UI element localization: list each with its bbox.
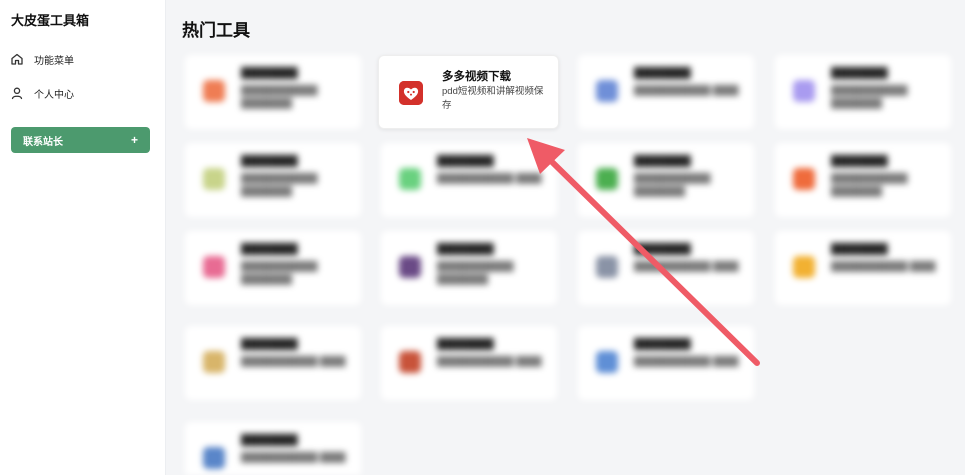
tool-name: ████████ (634, 244, 691, 255)
tool-logo-icon (793, 80, 815, 102)
sidebar-item-personal-center[interactable]: 个人中心 (10, 83, 74, 103)
sidebar: 大皮蛋工具箱 功能菜单 个人中心 联系站长 + (0, 0, 166, 475)
tool-desc: ████████████ ████████ (831, 173, 908, 196)
tool-desc: ████████████ ████████ (241, 261, 318, 284)
tool-desc: ████████████ ████████ (437, 261, 514, 284)
tool-logo-icon (399, 168, 421, 190)
tool-name: ████████ (241, 156, 298, 167)
tool-desc: ████████████ ████ (831, 261, 936, 271)
tool-name: ████████ (241, 244, 298, 255)
tool-desc: ████████████ ████ (634, 261, 739, 271)
tool-card[interactable]: ████████ ████████████ ████ (775, 231, 951, 305)
tool-desc: ████████████ ████ (241, 452, 346, 462)
tool-desc: ████████████ ████ (437, 173, 542, 183)
sidebar-item-label: 个人中心 (34, 89, 74, 101)
tool-name: ████████ (437, 244, 494, 255)
tool-name: ████████ (831, 68, 888, 79)
tool-card[interactable]: ████████ ████████████ ████████ (185, 55, 361, 129)
tool-card[interactable]: ████████ ████████████ ████████ (185, 231, 361, 305)
tool-name: ████████ (437, 339, 494, 350)
tool-card-duoduo-video-download[interactable]: 多多视频下载 pdd短视频和讲解视频保存 (378, 55, 559, 129)
sidebar-item-feature-menu[interactable]: 功能菜单 (10, 49, 74, 69)
tool-name: 多多视频下载 (442, 71, 511, 83)
tool-card[interactable]: ████████ ████████████ ████ (578, 326, 754, 400)
tool-logo-icon (203, 80, 225, 102)
tool-card[interactable]: ████████ ████████████ ████████ (185, 143, 361, 217)
tool-name: ████████ (831, 156, 888, 167)
app-title: 大皮蛋工具箱 (11, 13, 90, 28)
tool-card[interactable]: ████████ ████████████ ████████ (775, 143, 951, 217)
tool-name: ████████ (634, 68, 691, 79)
tool-desc: ████████████ ████ (634, 85, 739, 95)
home-icon (10, 52, 24, 66)
tool-name: ████████ (831, 244, 888, 255)
tool-card[interactable]: ████████ ████████████ ████████ (381, 231, 557, 305)
user-icon (10, 86, 24, 100)
tool-logo-icon (203, 351, 225, 373)
tool-logo-icon (793, 256, 815, 278)
contact-admin-label: 联系站长 (23, 136, 63, 148)
tool-logo-icon (203, 447, 225, 469)
tool-card[interactable]: ████████ ████████████ ████ (185, 422, 361, 475)
tool-desc: ████████████ ████████ (831, 85, 908, 108)
tool-logo-icon (793, 168, 815, 190)
tool-card[interactable]: ████████ ████████████ ████ (381, 143, 557, 217)
tool-card[interactable]: ████████ ████████████ ████ (381, 326, 557, 400)
tool-logo-icon (596, 80, 618, 102)
tool-desc: ████████████ ████ (634, 356, 739, 366)
sidebar-item-label: 功能菜单 (34, 55, 74, 67)
tool-name: ████████ (241, 68, 298, 79)
tool-card[interactable]: ████████ ████████████ ████ (578, 55, 754, 129)
tool-name: ████████ (634, 156, 691, 167)
tool-card[interactable]: ████████ ████████████ ████████ (578, 143, 754, 217)
tool-desc: ████████████ ████████ (634, 173, 711, 196)
tool-desc: ████████████ ████ (241, 356, 346, 366)
tool-card[interactable]: ████████ ████████████ ████ (578, 231, 754, 305)
tool-desc: ████████████ ████ (437, 356, 542, 366)
tool-name: ████████ (241, 339, 298, 350)
plus-icon: + (130, 133, 138, 147)
pinduoduo-logo-icon (399, 81, 423, 105)
tool-card[interactable]: ████████ ████████████ ████████ (775, 55, 951, 129)
tool-logo-icon (203, 256, 225, 278)
tool-logo-icon (203, 168, 225, 190)
tool-logo-icon (596, 351, 618, 373)
tool-desc: ████████████ ████████ (241, 85, 318, 108)
tool-name: ████████ (437, 156, 494, 167)
tool-desc: pdd短视频和讲解视频保存 (442, 86, 544, 111)
tool-name: ████████ (634, 339, 691, 350)
tool-logo-icon (399, 256, 421, 278)
tool-desc: ████████████ ████████ (241, 173, 318, 196)
tool-name: ████████ (241, 435, 298, 446)
tool-logo-icon (596, 168, 618, 190)
contact-admin-button[interactable]: 联系站长 + (11, 127, 150, 153)
tool-logo-icon (596, 256, 618, 278)
page-title: 热门工具 (182, 21, 250, 40)
tool-card[interactable]: ████████ ████████████ ████ (185, 326, 361, 400)
tool-logo-icon (399, 351, 421, 373)
